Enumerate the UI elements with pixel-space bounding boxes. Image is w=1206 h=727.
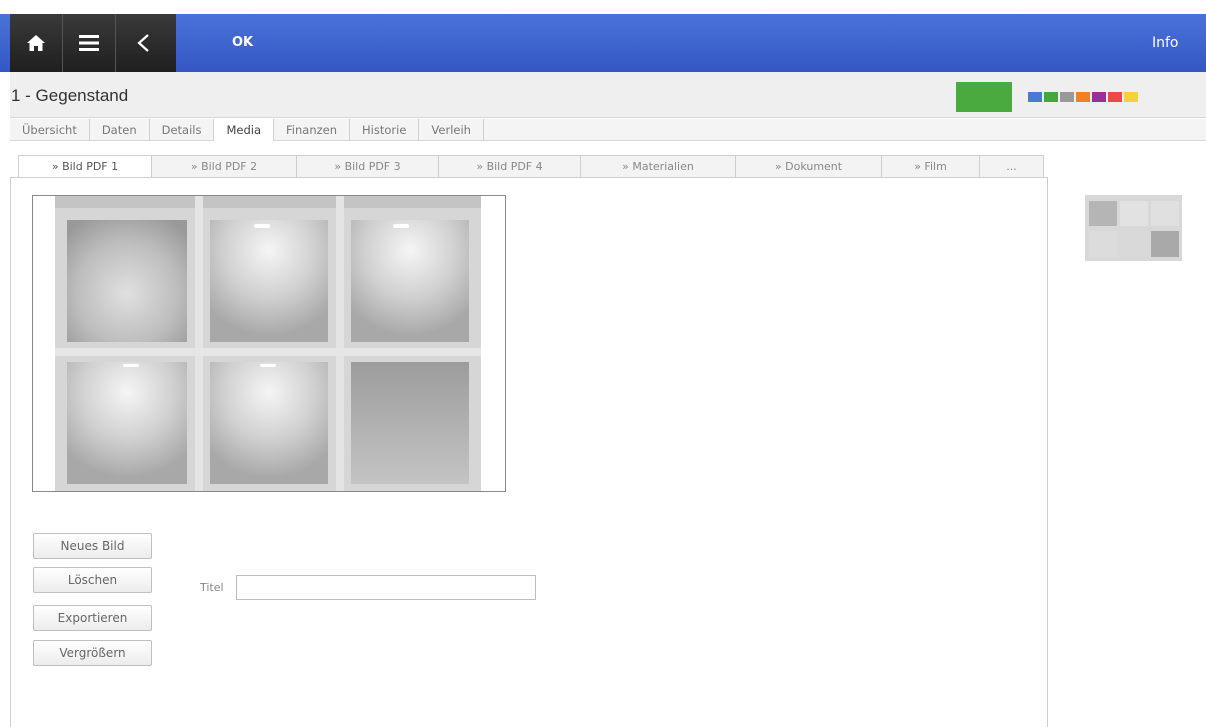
subtab-4[interactable]: » Bild PDF 4 (439, 156, 581, 177)
tab--bersicht[interactable]: Übersicht (10, 119, 90, 141)
status-color-box[interactable] (956, 82, 1012, 112)
title-input[interactable] (236, 575, 536, 600)
subtab-3[interactable]: » Bild PDF 3 (297, 156, 439, 177)
home-button[interactable] (10, 14, 63, 72)
tab-verleih[interactable]: Verleih (419, 119, 484, 141)
nav-button-group (10, 14, 176, 72)
title-bar (10, 72, 1206, 118)
image-preview (32, 195, 506, 492)
subtab-7[interactable]: » Film (882, 156, 980, 177)
menu-icon (79, 35, 99, 51)
subtab-5[interactable]: » Materialien (581, 156, 736, 177)
tab-details[interactable]: Details (150, 119, 215, 141)
tab-media[interactable]: Media (214, 119, 275, 141)
page-title: 1 - Gegenstand (11, 86, 129, 105)
new-image-button[interactable]: Neues Bild (33, 533, 152, 559)
color-swatch[interactable] (1044, 92, 1058, 102)
color-swatch[interactable] (1028, 92, 1042, 102)
sub-tabs: » Bild PDF 1» Bild PDF 2» Bild PDF 3» Bi… (18, 155, 1044, 177)
ok-button[interactable]: OK (232, 35, 253, 50)
color-swatch[interactable] (1076, 92, 1090, 102)
menu-button[interactable] (63, 14, 116, 72)
tab-historie[interactable]: Historie (350, 119, 420, 141)
subtab-6[interactable]: » Dokument (736, 156, 882, 177)
subtab-2[interactable]: » Bild PDF 2 (152, 156, 297, 177)
subtab-1[interactable]: » Bild PDF 1 (19, 156, 152, 177)
top-bar (0, 14, 1206, 72)
home-icon (27, 35, 45, 51)
image-thumbnail[interactable] (1085, 195, 1182, 261)
back-button[interactable] (116, 14, 169, 72)
thumbnail-image (1085, 195, 1182, 261)
enlarge-button[interactable]: Vergrößern (33, 640, 152, 666)
tab-finanzen[interactable]: Finanzen (274, 119, 351, 141)
color-swatch[interactable] (1108, 92, 1122, 102)
color-swatch[interactable] (1124, 92, 1138, 102)
tab-daten[interactable]: Daten (90, 119, 150, 141)
shelf-image (33, 196, 505, 491)
info-button[interactable]: Info (1152, 35, 1179, 51)
main-tabs: Übersicht Daten Details Media Finanzen Histor… (10, 119, 1206, 141)
subtab-8[interactable]: ... (980, 156, 1043, 177)
export-button[interactable]: Exportieren (33, 605, 152, 631)
back-icon (136, 34, 149, 52)
color-swatch[interactable] (1092, 92, 1106, 102)
color-swatch[interactable] (1060, 92, 1074, 102)
delete-button[interactable]: Löschen (33, 567, 152, 593)
title-label: Titel (200, 581, 224, 594)
